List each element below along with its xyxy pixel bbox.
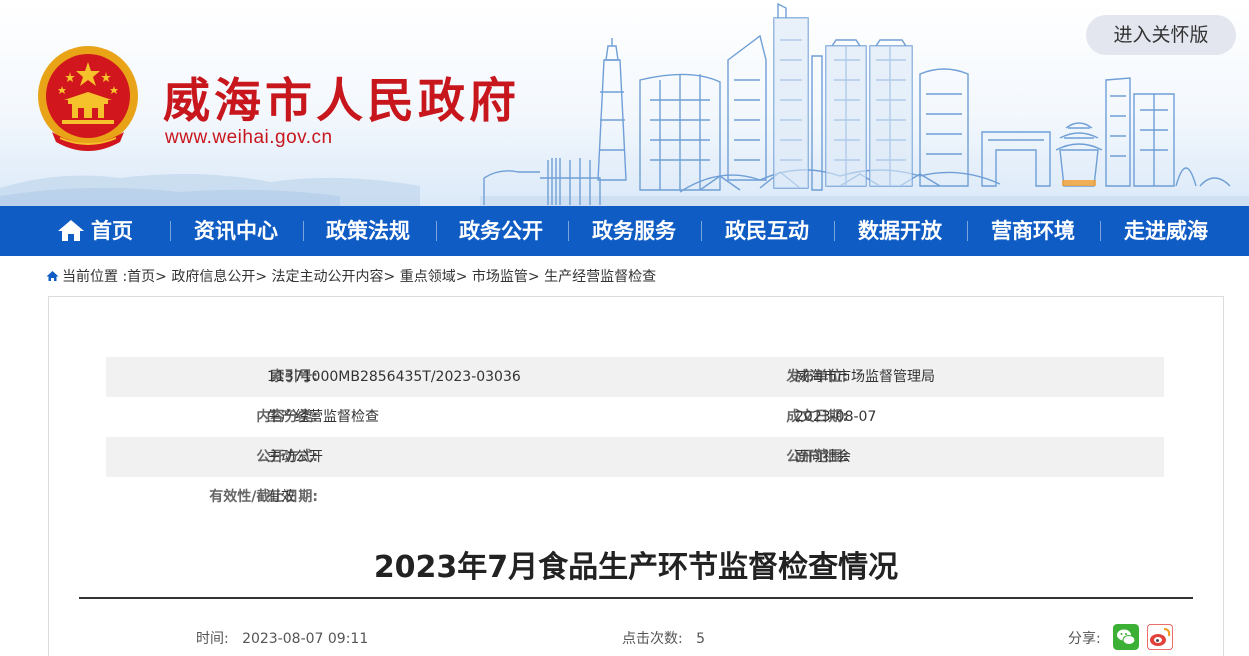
meta-row: 有效性/截止日期: 有效 (106, 477, 1164, 517)
meta-value: 面向社会 (795, 449, 851, 465)
nav-item-government-affairs[interactable]: 政务公开 (451, 206, 551, 256)
nav-item-about-weihai[interactable]: 走进威海 (1116, 206, 1216, 256)
meta-row: 公开方式: 主动公开 公开范围: 面向社会 (106, 437, 1164, 477)
meta-label: 有效性/截止日期: (209, 489, 318, 505)
meta-value: 生产经营监督检查 (267, 409, 379, 425)
nav-divider (1100, 221, 1101, 241)
nav-item-label: 首页 (91, 219, 133, 243)
home-icon (58, 220, 84, 241)
nav-item-news[interactable]: 资讯中心 (186, 206, 286, 256)
nav-divider (303, 221, 304, 241)
nav-divider (568, 221, 569, 241)
meta-value: 2023-08-07 (795, 409, 877, 425)
nav-item-interaction[interactable]: 政民互动 (717, 206, 817, 256)
breadcrumb-item[interactable]: 重点领域 (400, 269, 456, 285)
weibo-icon[interactable] (1147, 624, 1173, 650)
meta-value: 11371000MB2856435T/2023-03036 (267, 369, 521, 385)
nav-item-home[interactable]: 首页 (52, 206, 138, 256)
nav-item-services[interactable]: 政务服务 (584, 206, 684, 256)
meta-value: 威海市市场监督管理局 (795, 369, 935, 385)
share-label: 分享: (1068, 631, 1101, 647)
nav-item-policy[interactable]: 政策法规 (318, 206, 418, 256)
nav-divider (967, 221, 968, 241)
site-header: 威海市人民政府 www.weihai.gov.cn 进入关怀版 (0, 0, 1249, 206)
meta-value: 有效 (267, 489, 295, 505)
national-emblem-logo (38, 46, 138, 151)
breadcrumb-separator: > (527, 269, 540, 285)
meta-row: 内容分类: 生产经营监督检查 成文日期: 2023-08-07 (106, 397, 1164, 437)
nav-divider (834, 221, 835, 241)
nav-divider (701, 221, 702, 241)
publish-time: 时间: 2023-08-07 09:11 (196, 628, 368, 648)
breadcrumb-item[interactable]: 市场监管 (472, 269, 528, 285)
nav-divider (170, 221, 171, 241)
breadcrumb-item[interactable]: 法定主动公开内容 (272, 269, 384, 285)
care-mode-button[interactable]: 进入关怀版 (1086, 15, 1236, 55)
site-url[interactable]: www.weihai.gov.cn (165, 127, 333, 149)
breadcrumb-separator: > (455, 269, 468, 285)
breadcrumb-item[interactable]: 首页 (127, 269, 155, 285)
breadcrumb-prefix: 当前位置 : (62, 269, 128, 285)
publish-time-value: 2023-08-07 09:11 (242, 631, 369, 647)
document-meta-table: 索引号: 11371000MB2856435T/2023-03036 发布单位:… (106, 357, 1164, 517)
title-divider (79, 597, 1193, 599)
main-nav: 首页 资讯中心 政策法规 政务公开 政务服务 政民互动 数据开放 营商环境 走进… (0, 206, 1249, 256)
breadcrumb: 当前位置 :首页> 政府信息公开> 法定主动公开内容> 重点领域> 市场监管> … (46, 266, 656, 286)
nav-divider (436, 221, 437, 241)
meta-value: 主动公开 (267, 449, 323, 465)
click-count: 点击次数: 5 (622, 628, 705, 648)
click-count-value: 5 (696, 631, 705, 647)
click-count-label: 点击次数: (622, 631, 683, 647)
nav-item-open-data[interactable]: 数据开放 (850, 206, 950, 256)
breadcrumb-separator: > (255, 269, 268, 285)
breadcrumb-separator: > (155, 269, 167, 285)
breadcrumb-separator: > (383, 269, 396, 285)
article-title: 2023年7月食品生产环节监督检查情况 (373, 550, 899, 585)
wechat-icon[interactable] (1113, 624, 1139, 650)
site-title: 威海市人民政府 (163, 74, 520, 129)
breadcrumb-item[interactable]: 政府信息公开 (171, 269, 255, 285)
meta-row: 索引号: 11371000MB2856435T/2023-03036 发布单位:… (106, 357, 1164, 397)
nav-item-business-environment[interactable]: 营商环境 (983, 206, 1083, 256)
breadcrumb-item[interactable]: 生产经营监督检查 (544, 269, 656, 285)
publish-time-label: 时间: (196, 631, 229, 647)
location-home-icon (46, 271, 59, 281)
